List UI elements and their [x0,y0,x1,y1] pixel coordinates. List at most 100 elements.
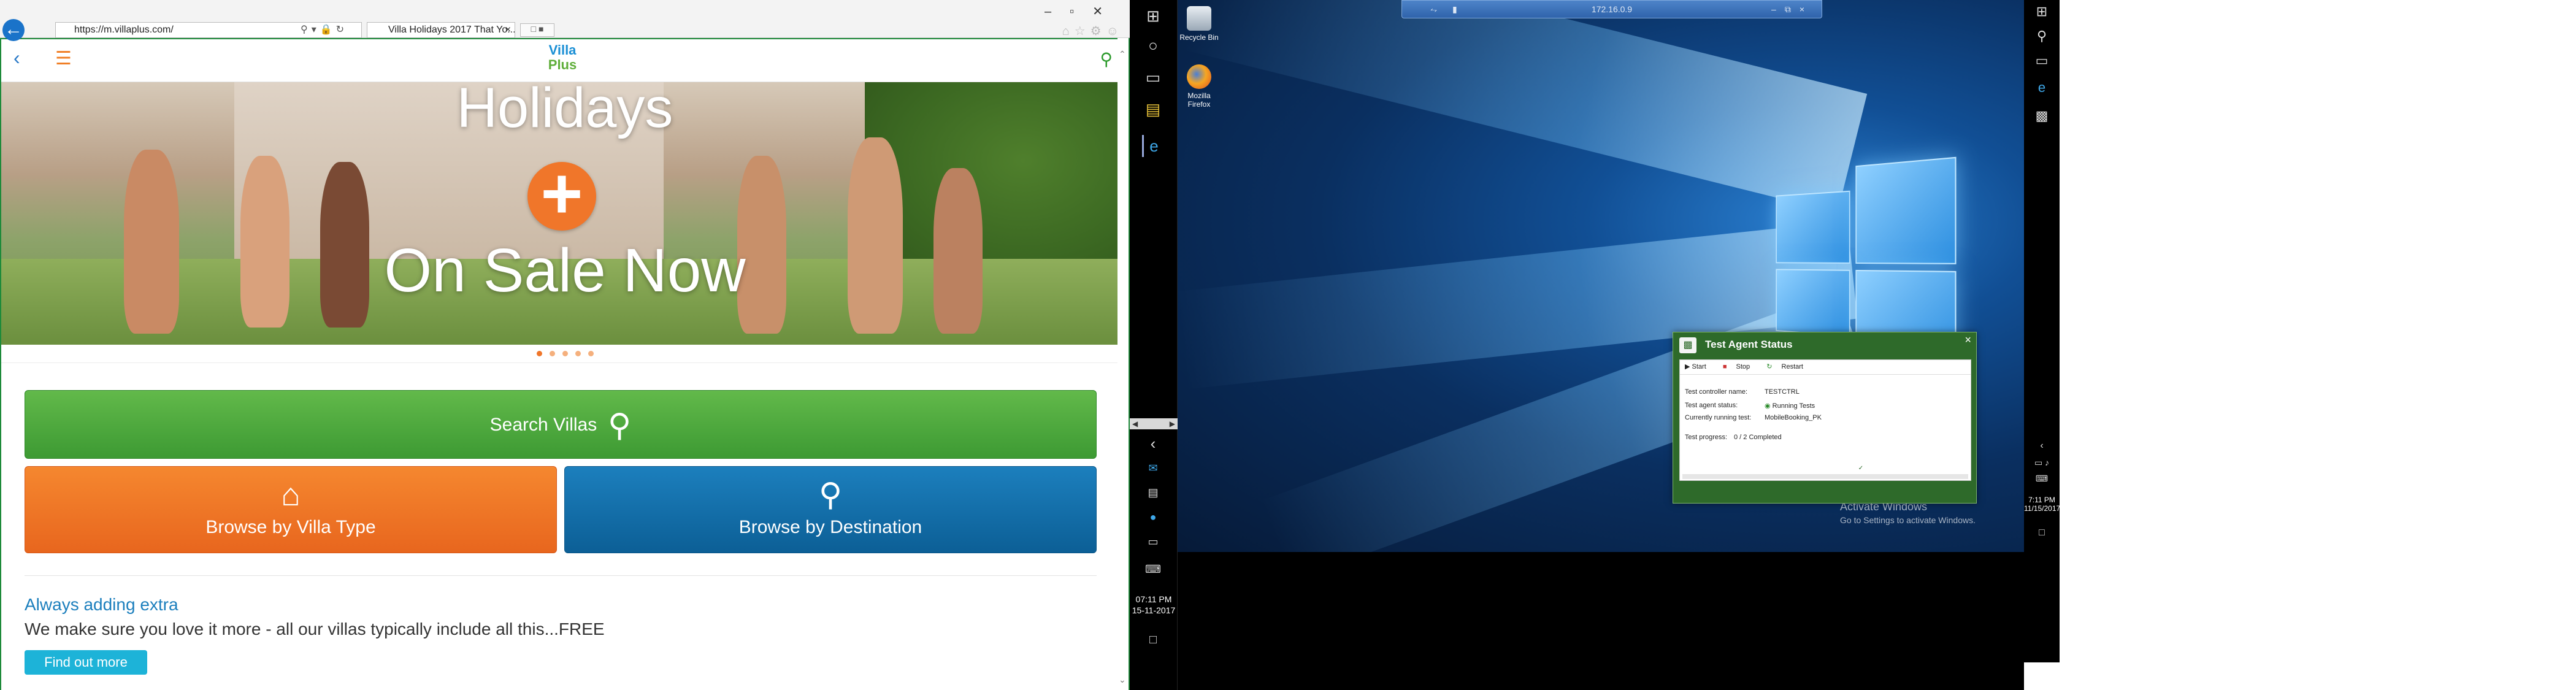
taskbar-scroller[interactable]: ◀ ▶ [1130,418,1178,429]
always-adding-extra-heading: Always adding extra [25,595,178,614]
minimize-button[interactable]: – [1045,5,1070,18]
logo-line2: Plus [548,57,577,72]
start-label: Start [1692,363,1706,370]
search-icon[interactable]: ⚲ [2031,28,2052,47]
dialog-toolbar: ▶ Start ■ Stop ↻ Restart [1680,360,1971,375]
edge-icon[interactable]: e [2031,80,2052,98]
villaplus-logo[interactable]: Villa Plus [535,43,590,80]
favorites-star-icon[interactable]: ☆ [1075,25,1091,38]
test-agent-icon[interactable]: ▩ [2031,108,2052,126]
display-at-startup-checkbox[interactable]: ✓ Display this window at startup [1857,464,1957,472]
logo-pane [1776,190,1850,264]
lock-icon: 🔒 [320,25,336,35]
cortana-circle-icon[interactable]: ○ [1142,34,1164,56]
always-adding-extra-text: We make sure you love it more - all our … [25,619,605,638]
notifications-icon[interactable]: □ [2031,527,2052,546]
restart-label: Restart [1781,363,1803,370]
scroll-down-arrow-icon[interactable]: ⌄ [1119,675,1126,685]
windows-logo-graphic [1776,156,1957,366]
close-window-button[interactable]: ✕ [1092,5,1121,18]
keyboard-icon[interactable]: ⌨ [2031,473,2052,492]
remote-clock[interactable]: 7:11 PM 11/15/2017 [2024,496,2060,513]
connection-title: 172.16.0.9 [1591,4,1633,14]
host-clock-time: 07:11 PM [1135,594,1172,604]
refresh-icon[interactable]: ↻ [336,25,348,35]
notifications-icon[interactable]: □ [1142,629,1164,651]
row-label: Test agent status: [1685,402,1738,409]
magnifier-icon: ⚲ [608,408,632,444]
search-icon[interactable]: ⚲ [1100,49,1113,69]
address-actions: ⚲▾🔒↻ [301,23,348,36]
search-villas-button[interactable]: Search Villas ⚲ [25,390,1097,459]
minimize-button[interactable]: – [1771,4,1785,14]
host-taskbar: ⊞ ○ ▭ ▤ e ‹ ✉ ▤ ● ▭ ⌨ □ [1130,0,1178,690]
recycle-bin-icon [1187,6,1211,31]
logo-pane [1776,269,1850,337]
close-icon[interactable]: × [1965,334,1971,347]
close-button[interactable]: × [1800,4,1813,14]
folder-icon[interactable]: ▤ [1142,481,1164,504]
remote-connection-bar[interactable]: ⥊ ▮ 172.16.0.9 –⧉× [1401,0,1822,18]
chevron-left-icon[interactable]: ‹ [1142,432,1164,454]
file-explorer-icon[interactable]: ▤ [1142,98,1164,120]
start-button[interactable]: ▶ Start [1685,363,1714,370]
windows-start-icon[interactable]: ⊞ [2031,4,2052,22]
browse-by-villa-type-button[interactable]: ⌂ Browse by Villa Type [25,466,557,553]
close-tab-icon[interactable]: × [505,23,511,37]
find-out-more-button[interactable]: Find out more [25,650,147,675]
restart-button[interactable]: ↻ Restart [1766,363,1811,370]
home-icon[interactable]: ⌂ [1062,25,1075,38]
logo-pane [1855,156,1957,264]
skype-icon[interactable]: ● [1142,506,1164,528]
desktop-icon-recycle-bin[interactable]: Recycle Bin [1178,6,1221,42]
dropdown-icon[interactable]: ▾ [312,25,320,35]
outlook-icon[interactable]: ✉ [1142,457,1164,479]
scroll-right-arrow-icon[interactable]: ▶ [1170,418,1175,429]
maximize-button[interactable]: ▫ [1070,5,1092,18]
row-value: 0 / 2 Completed [1734,434,1782,441]
running-test-row: Currently running test: MobileBooking_PK [1685,414,1822,421]
test-agent-status-window: ▩ Test Agent Status × ▶ Start ■ Stop ↻ R… [1673,332,1977,504]
house-icon: ⌂ [281,477,301,513]
carousel-dot-5[interactable] [588,351,594,356]
search-icon[interactable]: ⚲ [301,25,312,35]
row-label: Test progress: [1685,434,1728,441]
pin-icon[interactable]: ⥊ [1430,1,1437,18]
settings-gear-icon[interactable]: ⚙ [1091,25,1106,38]
hamburger-menu-icon[interactable]: ☰ [55,48,72,69]
connection-controls: –⧉× [1771,1,1813,18]
carousel-dot-2[interactable] [549,351,555,356]
task-view-icon[interactable]: ▭ [2031,53,2052,71]
remote-taskbar: ⊞ ⚲ ▭ e ▩ ‹ ▭ ♪ ⌨ □ [2024,0,2060,662]
agent-status-row: Test agent status: ◉ Running Tests [1685,402,1815,410]
task-view-icon[interactable]: ▭ [1142,66,1164,88]
stop-button[interactable]: ■ Stop [1723,363,1757,370]
signal-strength-icon: ▮ [1452,4,1457,14]
new-tab-button[interactable]: □ ■ [520,23,554,37]
stop-label: Stop [1736,363,1750,370]
host-clock[interactable]: 07:11 PM 15-11-2017 [1130,594,1178,616]
desktop-icon-firefox[interactable]: Mozilla Firefox [1178,64,1221,109]
browser-toolbar-icons: ⌂☆⚙☺ [1062,23,1124,39]
remote-desktop-icon[interactable]: ▭ [1142,531,1164,553]
browser-tab[interactable]: Villa Holidays 2017 That Yo... × [367,22,515,38]
browse-by-destination-button[interactable]: ⚲ Browse by Destination [564,466,1097,553]
scroll-up-arrow-icon[interactable]: ⌃ [1119,49,1126,59]
scroll-left-arrow-icon[interactable]: ◀ [1132,418,1138,429]
site-header: ‹ ☰ Villa Plus ⚲ [1,39,1129,82]
smiley-icon[interactable]: ☺ [1106,25,1124,38]
hero-banner[interactable]: Holidays + On Sale Now [1,82,1129,345]
carousel-dot-3[interactable] [562,351,568,356]
back-button[interactable]: ← [2,19,25,41]
carousel-dot-4[interactable] [575,351,581,356]
page-scrollbar[interactable]: ⌃ ⌄ [1117,38,1129,690]
windows-start-icon[interactable]: ⊞ [1142,5,1164,27]
chevron-left-icon[interactable]: ‹ [13,47,20,69]
internet-explorer-icon[interactable]: e [1142,135,1164,157]
carousel-dot-1[interactable] [536,351,542,356]
restore-button[interactable]: ⧉ [1785,4,1800,14]
row-label: Test controller name: [1685,388,1748,396]
browser-chrome: ← https://m.villaplus.com/ ⚲▾🔒↻ Villa Ho… [0,0,1130,41]
chevron-left-icon[interactable]: ‹ [2031,440,2052,459]
keyboard-icon[interactable]: ⌨ [1142,558,1164,580]
